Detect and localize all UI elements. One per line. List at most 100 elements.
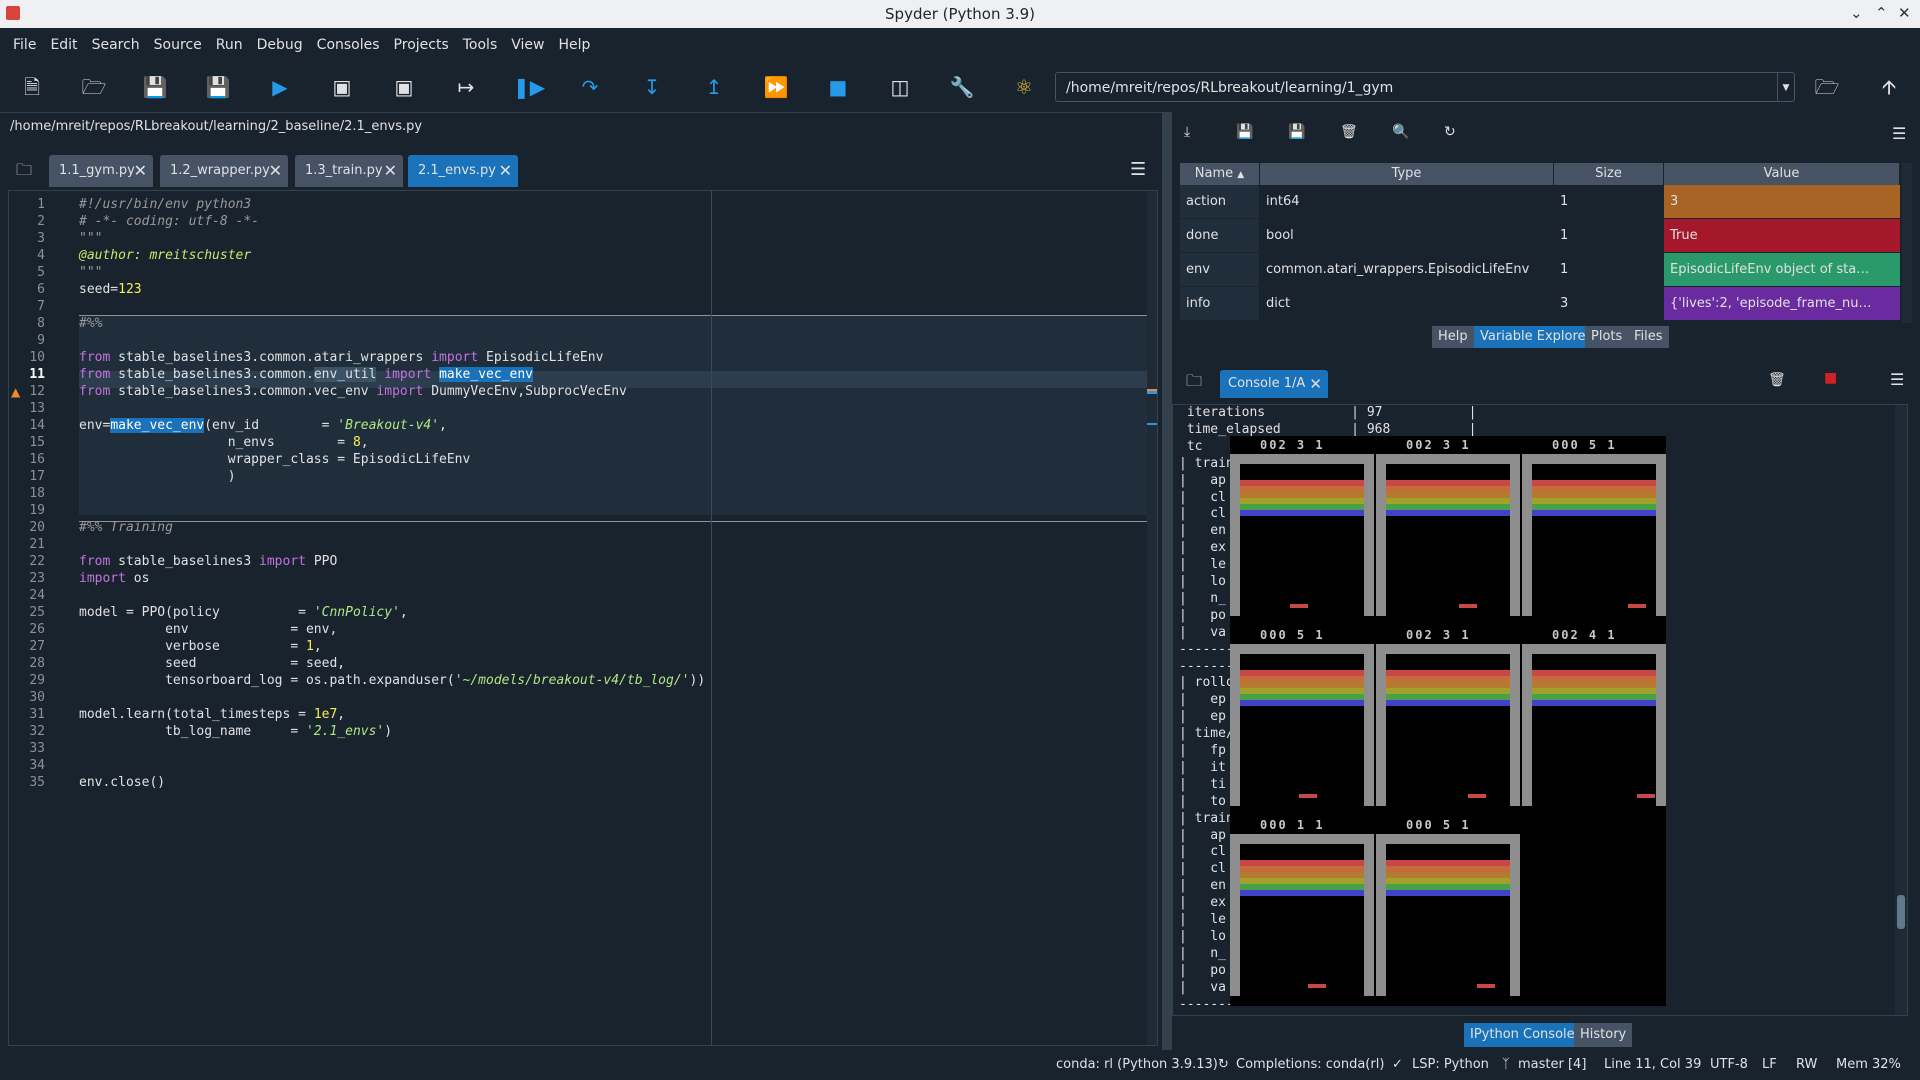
status-git-branch[interactable]: master [4] (1518, 1057, 1586, 1072)
pane-tab-variable-explorer[interactable]: Variable Explorer (1474, 326, 1597, 348)
header-label: Type (1391, 166, 1422, 181)
table-row[interactable]: action int64 1 3 (1180, 185, 1900, 219)
close-tab-icon[interactable]: ✕ (269, 155, 282, 187)
console-tab[interactable]: Console 1/A ✕ (1220, 370, 1328, 398)
save-data-as-icon[interactable]: 💾 (1288, 124, 1305, 140)
preferences-wrench-icon[interactable]: 🔧 (947, 72, 977, 102)
status-lsp[interactable]: LSP: Python (1412, 1057, 1489, 1072)
open-file-icon[interactable]: 🗁 (79, 72, 109, 102)
working-directory-input[interactable]: /home/mreit/repos/RLbreakout/learning/1_… (1055, 72, 1795, 102)
menu-view[interactable]: View (504, 28, 551, 62)
game-paddle (1637, 794, 1655, 798)
pane-tab-files[interactable]: Files (1628, 326, 1669, 348)
status-conda-env[interactable]: conda: rl (Python 3.9.13) (1056, 1057, 1218, 1072)
editor-scrollbar[interactable] (1147, 191, 1157, 1045)
new-file-icon[interactable]: 🗎 (17, 72, 47, 102)
menu-source[interactable]: Source (147, 28, 209, 62)
clear-console-icon[interactable]: 🗑 (1768, 372, 1786, 388)
remove-all-variables-icon[interactable]: 🗑 (1340, 124, 1358, 140)
debug-step-into-icon[interactable]: ↧ (637, 72, 667, 102)
col-header-size[interactable]: Size (1554, 163, 1664, 185)
save-icon[interactable]: 💾 (140, 72, 170, 102)
tab-1-1-gym[interactable]: 1.1_gym.py ✕ (49, 155, 153, 187)
table-row[interactable]: info dict 3 {'lives':2, 'episode_frame_n… (1180, 287, 1900, 321)
col-header-type[interactable]: Type (1260, 163, 1554, 185)
pane-tab-plots[interactable]: Plots (1585, 326, 1629, 348)
save-all-icon[interactable]: 💾 (203, 72, 233, 102)
menu-help[interactable]: Help (551, 28, 597, 62)
minimize-icon[interactable]: ⌄ (1850, 4, 1863, 22)
table-row[interactable]: done bool 1 True (1180, 219, 1900, 253)
menu-debug[interactable]: Debug (250, 28, 310, 62)
menu-projects[interactable]: Projects (387, 28, 456, 62)
close-console-icon[interactable]: ✕ (1309, 370, 1322, 398)
code-editor[interactable]: 1 2 3 4 5 6 7 8 9 10 11 12 13 14 15 16 17 18 19 20 21 22 23 24 2… (8, 190, 1158, 1046)
menu-search[interactable]: Search (85, 28, 147, 62)
selected-token: env_util (313, 367, 377, 382)
refresh-icon[interactable]: ↻ (1444, 124, 1456, 140)
tab-history[interactable]: History (1574, 1023, 1633, 1047)
parent-directory-icon[interactable]: 🡩 (1874, 72, 1904, 102)
col-header-name[interactable]: Name ▲ (1180, 163, 1260, 185)
string: '2.1_envs' (305, 724, 385, 739)
pane-tab-help[interactable]: Help (1432, 326, 1474, 348)
close-tab-icon[interactable]: ✕ (499, 155, 512, 187)
console-line: | lo (1179, 574, 1226, 589)
comment: # -*- coding: utf-8 -*- (79, 214, 260, 229)
console-line: tc (1179, 438, 1203, 454)
variable-scrollbar[interactable] (1902, 163, 1912, 323)
run-cell-advance-icon[interactable]: ▣ (389, 72, 419, 102)
table-row[interactable]: env common.atari_wrappers.EpisodicLifeEn… (1180, 253, 1900, 287)
console-options-icon[interactable]: ☰ (1890, 370, 1904, 389)
menu-run[interactable]: Run (209, 28, 250, 62)
highlighted-occurrence: make_vec_env (110, 418, 205, 433)
import-data-icon[interactable]: ⤓ (1184, 124, 1190, 140)
tab-1-3-train[interactable]: 1.3_train.py ✕ (295, 155, 403, 187)
col-header-value[interactable]: Value (1664, 163, 1900, 185)
status-completions[interactable]: Completions: conda(rl) (1236, 1057, 1384, 1072)
code-token: DummyVecEnv,SubprocVecEnv (423, 384, 627, 399)
browse-tabs-icon[interactable]: 🗀 (16, 159, 32, 186)
run-selection-icon[interactable]: ↦ (451, 72, 481, 102)
close-tab-icon[interactable]: ✕ (384, 155, 397, 187)
close-tab-icon[interactable]: ✕ (134, 155, 147, 187)
tab-ipython-console[interactable]: IPython Console (1464, 1023, 1581, 1047)
completions-icon: ↻ (1218, 1057, 1229, 1072)
console-scrollbar[interactable] (1895, 405, 1907, 1015)
interrupt-kernel-icon[interactable]: ■ (1824, 370, 1837, 386)
debug-step-over-icon[interactable]: ↷ (575, 72, 605, 102)
debug-continue-icon[interactable]: ⏩ (761, 72, 791, 102)
menu-tools[interactable]: Tools (456, 28, 505, 62)
save-data-icon[interactable]: 💾 (1236, 124, 1253, 140)
run-file-icon[interactable]: ▶ (265, 72, 295, 102)
menu-consoles[interactable]: Consoles (310, 28, 387, 62)
variable-explorer-options-icon[interactable]: ☰ (1892, 124, 1906, 143)
console-line: time_elapsed | 968 | (1179, 421, 1477, 437)
search-icon[interactable]: 🔍 (1392, 124, 1409, 140)
maximize-icon[interactable]: ⌃ (1875, 4, 1888, 22)
pane-splitter[interactable] (1162, 112, 1172, 1050)
python-path-manager-icon[interactable]: ⚛ (1009, 72, 1039, 102)
console-scrollbar-thumb[interactable] (1897, 895, 1905, 929)
menu-edit[interactable]: Edit (43, 28, 84, 62)
tab-1-2-wrapper[interactable]: 1.2_wrapper.py ✕ (160, 155, 288, 187)
browse-consoles-icon[interactable]: 🗀 (1186, 370, 1202, 397)
var-name: env (1180, 253, 1259, 286)
chevron-down-icon[interactable]: ▼ (1777, 73, 1794, 101)
maximize-pane-icon[interactable]: ◫ (885, 72, 915, 102)
menu-file[interactable]: File (0, 28, 43, 62)
debug-step-return-icon[interactable]: ↥ (699, 72, 729, 102)
run-cell-icon[interactable]: ▣ (327, 72, 357, 102)
check-icon: ✓ (1392, 1057, 1403, 1072)
editor-options-menu-icon[interactable]: ☰ (1130, 159, 1146, 180)
debug-file-icon[interactable]: ❚▶ (513, 72, 545, 102)
console-line: | lo (1179, 928, 1226, 944)
line-number: 31 (29, 707, 45, 722)
debug-stop-icon[interactable]: ■ (823, 72, 853, 102)
status-bar: conda: rl (Python 3.9.13) ↻ Completions:… (0, 1050, 1920, 1080)
close-window-icon[interactable]: ✕ (1898, 4, 1911, 22)
tab-2-1-envs[interactable]: 2.1_envs.py ✕ (408, 155, 518, 187)
scrollbar-marker (1147, 391, 1157, 394)
browse-directory-icon[interactable]: 🗁 (1812, 72, 1842, 102)
